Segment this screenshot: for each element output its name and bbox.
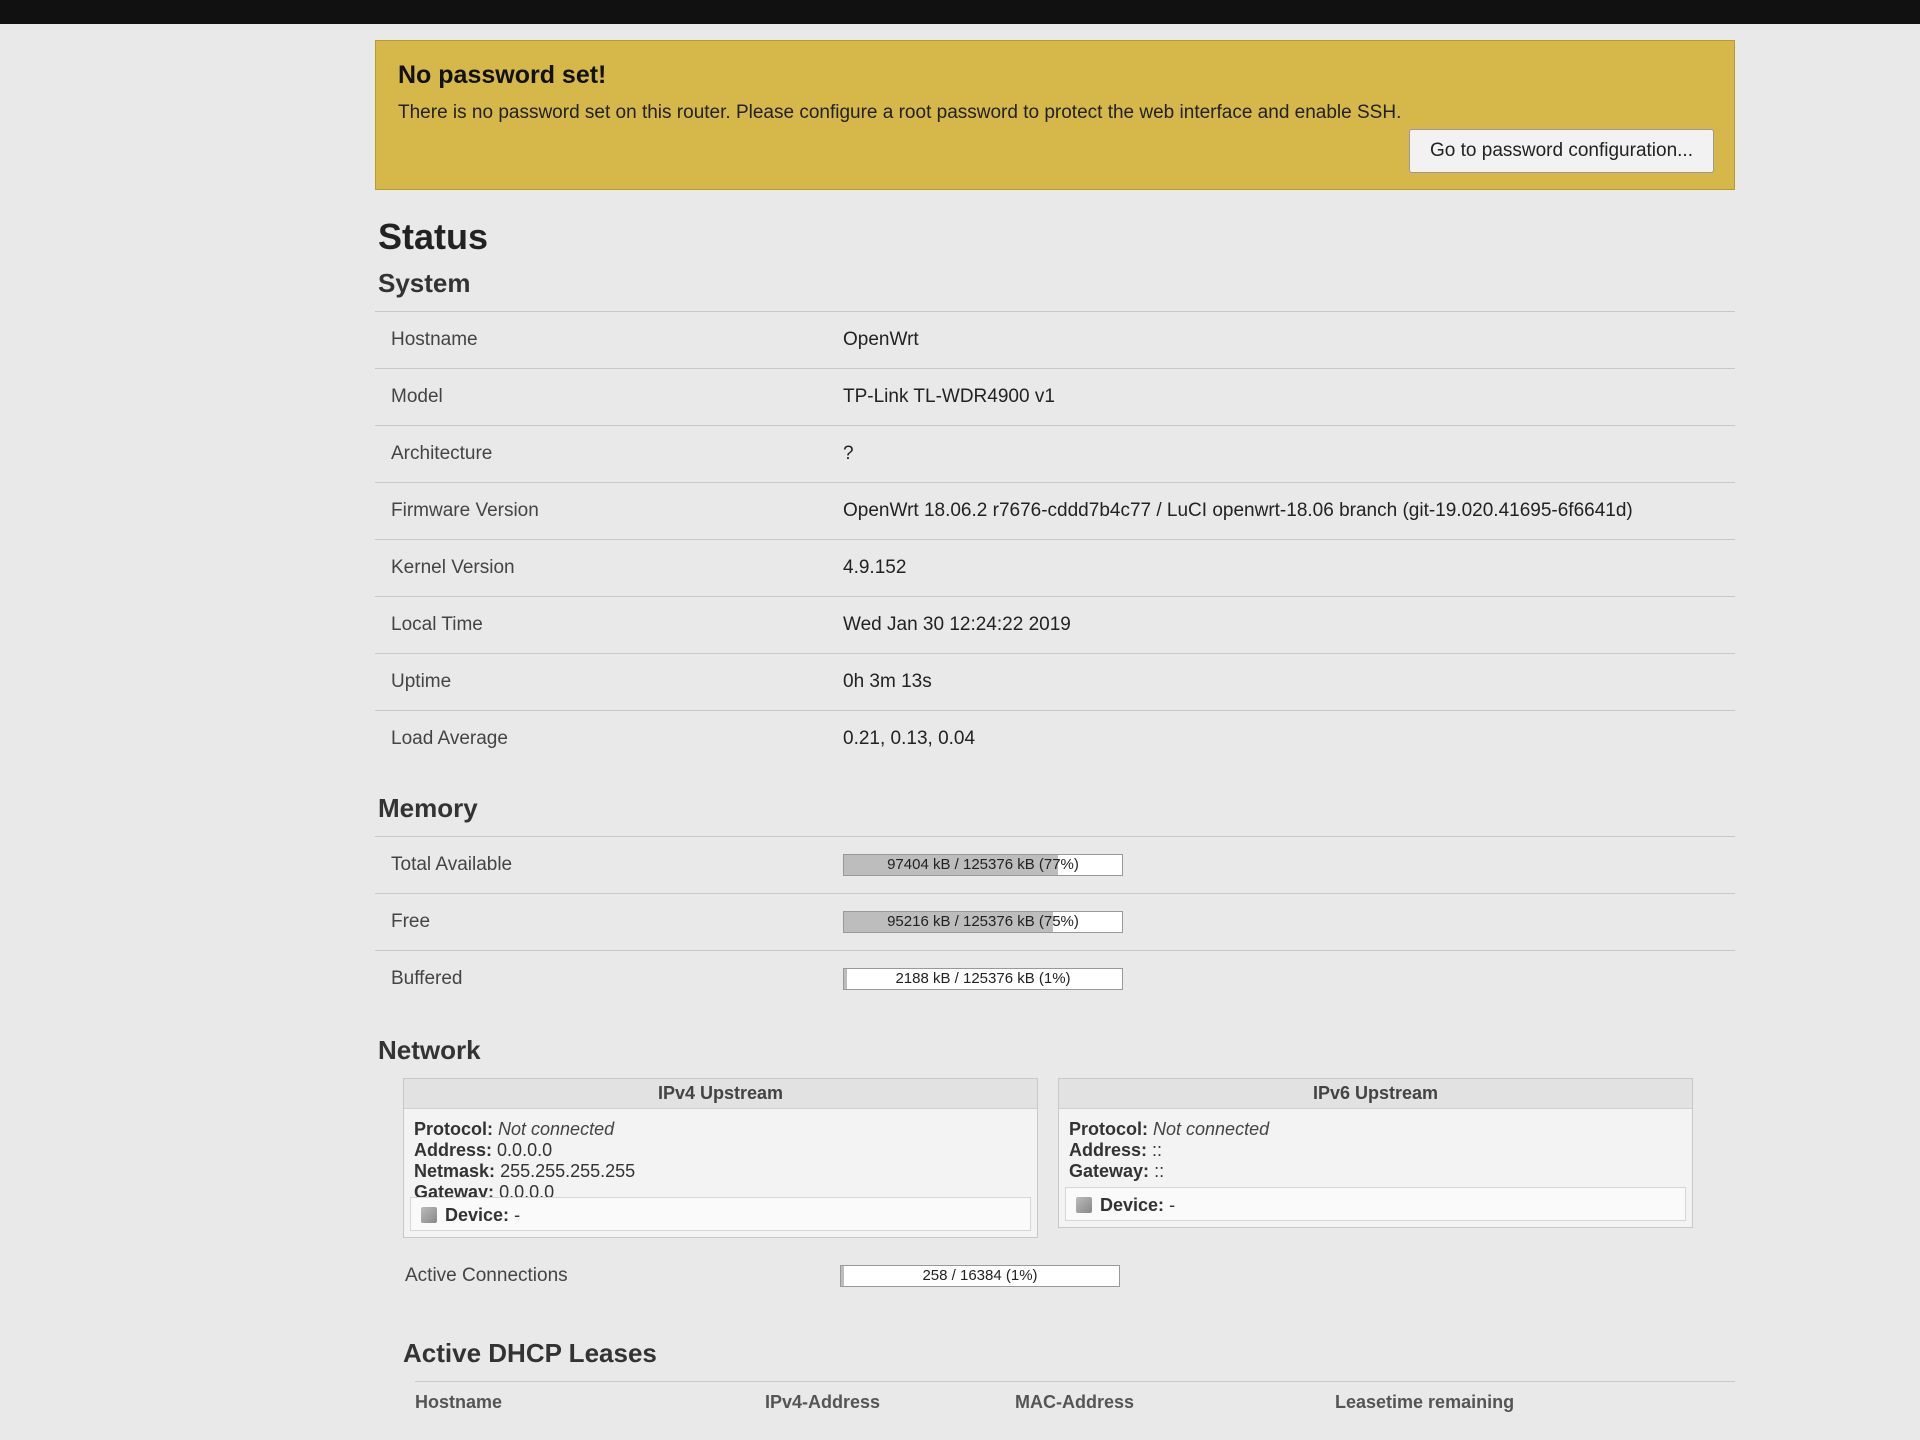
password-config-button[interactable]: Go to password configuration... bbox=[1409, 129, 1714, 173]
system-heading: System bbox=[378, 268, 471, 298]
network-device-icon bbox=[421, 1207, 437, 1223]
row-key: Firmware Version bbox=[375, 482, 842, 540]
column-header: MAC-Address bbox=[1015, 1392, 1135, 1412]
top-bar bbox=[0, 0, 1920, 24]
alert-title: No password set! bbox=[398, 61, 607, 89]
network-device-icon bbox=[1076, 1197, 1092, 1213]
ipv6-protocol: Protocol: Not connected bbox=[1069, 1119, 1270, 1139]
row-key: Kernel Version bbox=[375, 539, 842, 597]
main-content: No password set! There is no password se… bbox=[375, 40, 1735, 1413]
ipv6-upstream-box: IPv6 Upstream Protocol: Not connected Ad… bbox=[1058, 1078, 1693, 1228]
ipv4-netmask: Netmask: 255.255.255.255 bbox=[414, 1161, 636, 1181]
memory-progress-bar: 97404 kB / 125376 kB (77%) bbox=[843, 854, 1123, 876]
row-key: Total Available bbox=[375, 836, 842, 894]
ipv4-device: Device: - bbox=[410, 1197, 1031, 1231]
row-key: Buffered bbox=[375, 950, 842, 1007]
row-value: 4.9.152 bbox=[842, 539, 1735, 597]
table-row: Model TP-Link TL-WDR4900 v1 bbox=[375, 368, 1735, 426]
memory-progress-bar: 2188 kB / 125376 kB (1%) bbox=[843, 968, 1123, 990]
network-upstreams: IPv4 Upstream Protocol: Not connected Ad… bbox=[403, 1078, 1693, 1238]
password-alert: No password set! There is no password se… bbox=[375, 40, 1735, 190]
ipv4-address: Address: 0.0.0.0 bbox=[414, 1140, 553, 1160]
row-key: Hostname bbox=[375, 311, 842, 369]
ipv4-upstream-title: IPv4 Upstream bbox=[404, 1079, 1037, 1109]
ipv4-upstream-box: IPv4 Upstream Protocol: Not connected Ad… bbox=[403, 1078, 1038, 1238]
table-row: Firmware Version OpenWrt 18.06.2 r7676-c… bbox=[375, 482, 1735, 540]
active-connections-row: Active Connections 258 / 16384 (1%) bbox=[405, 1248, 1735, 1304]
progress-text: 258 / 16384 (1%) bbox=[922, 1267, 1038, 1284]
row-value: OpenWrt bbox=[842, 311, 1735, 369]
progress-text: 95216 kB / 125376 kB (75%) bbox=[887, 913, 1079, 930]
column-header: IPv4-Address bbox=[765, 1392, 881, 1412]
dhcp-table-header: Hostname IPv4-Address MAC-Address Leaset… bbox=[415, 1381, 1735, 1413]
row-key: Load Average bbox=[375, 710, 842, 767]
ipv6-device: Device: - bbox=[1065, 1187, 1686, 1221]
row-value: 0h 3m 13s bbox=[842, 653, 1735, 711]
page-title: Status bbox=[378, 216, 489, 257]
row-value: TP-Link TL-WDR4900 v1 bbox=[842, 368, 1735, 426]
progress-text: 97404 kB / 125376 kB (77%) bbox=[887, 856, 1079, 873]
row-key: Architecture bbox=[375, 425, 842, 483]
active-connections-label: Active Connections bbox=[405, 1265, 568, 1286]
memory-table: Total Available 97404 kB / 125376 kB (77… bbox=[375, 836, 1735, 1007]
system-table: Hostname OpenWrt Model TP-Link TL-WDR490… bbox=[375, 311, 1735, 767]
table-row: Uptime 0h 3m 13s bbox=[375, 653, 1735, 711]
row-value: Wed Jan 30 12:24:22 2019 bbox=[842, 596, 1735, 654]
progress-text: 2188 kB / 125376 kB (1%) bbox=[895, 970, 1071, 987]
row-key: Free bbox=[375, 893, 842, 951]
ipv6-address: Address: :: bbox=[1069, 1140, 1163, 1160]
row-value: ? bbox=[842, 425, 1735, 483]
column-header: Hostname bbox=[415, 1392, 503, 1412]
row-key: Uptime bbox=[375, 653, 842, 711]
table-row: Kernel Version 4.9.152 bbox=[375, 539, 1735, 597]
table-row: Load Average 0.21, 0.13, 0.04 bbox=[375, 710, 1735, 767]
memory-heading: Memory bbox=[378, 793, 478, 823]
alert-message: There is no password set on this router.… bbox=[398, 102, 1402, 123]
row-key: Local Time bbox=[375, 596, 842, 654]
ipv6-upstream-title: IPv6 Upstream bbox=[1059, 1079, 1692, 1109]
memory-progress-bar: 95216 kB / 125376 kB (75%) bbox=[843, 911, 1123, 933]
table-row: Free 95216 kB / 125376 kB (75%) bbox=[375, 893, 1735, 951]
table-row: Hostname OpenWrt bbox=[375, 311, 1735, 369]
ipv4-protocol: Protocol: Not connected bbox=[414, 1119, 615, 1139]
table-row: Total Available 97404 kB / 125376 kB (77… bbox=[375, 836, 1735, 894]
dhcp-heading: Active DHCP Leases bbox=[403, 1338, 657, 1368]
row-value: OpenWrt 18.06.2 r7676-cddd7b4c77 / LuCI … bbox=[842, 482, 1735, 540]
connections-progress-bar: 258 / 16384 (1%) bbox=[840, 1265, 1120, 1287]
network-heading: Network bbox=[378, 1035, 481, 1065]
table-row: Local Time Wed Jan 30 12:24:22 2019 bbox=[375, 596, 1735, 654]
column-header: Leasetime remaining bbox=[1335, 1392, 1515, 1412]
row-key: Model bbox=[375, 368, 842, 426]
table-row: Buffered 2188 kB / 125376 kB (1%) bbox=[375, 950, 1735, 1007]
ipv6-gateway: Gateway: :: bbox=[1069, 1161, 1165, 1181]
row-value: 0.21, 0.13, 0.04 bbox=[842, 710, 1735, 767]
table-row: Architecture ? bbox=[375, 425, 1735, 483]
